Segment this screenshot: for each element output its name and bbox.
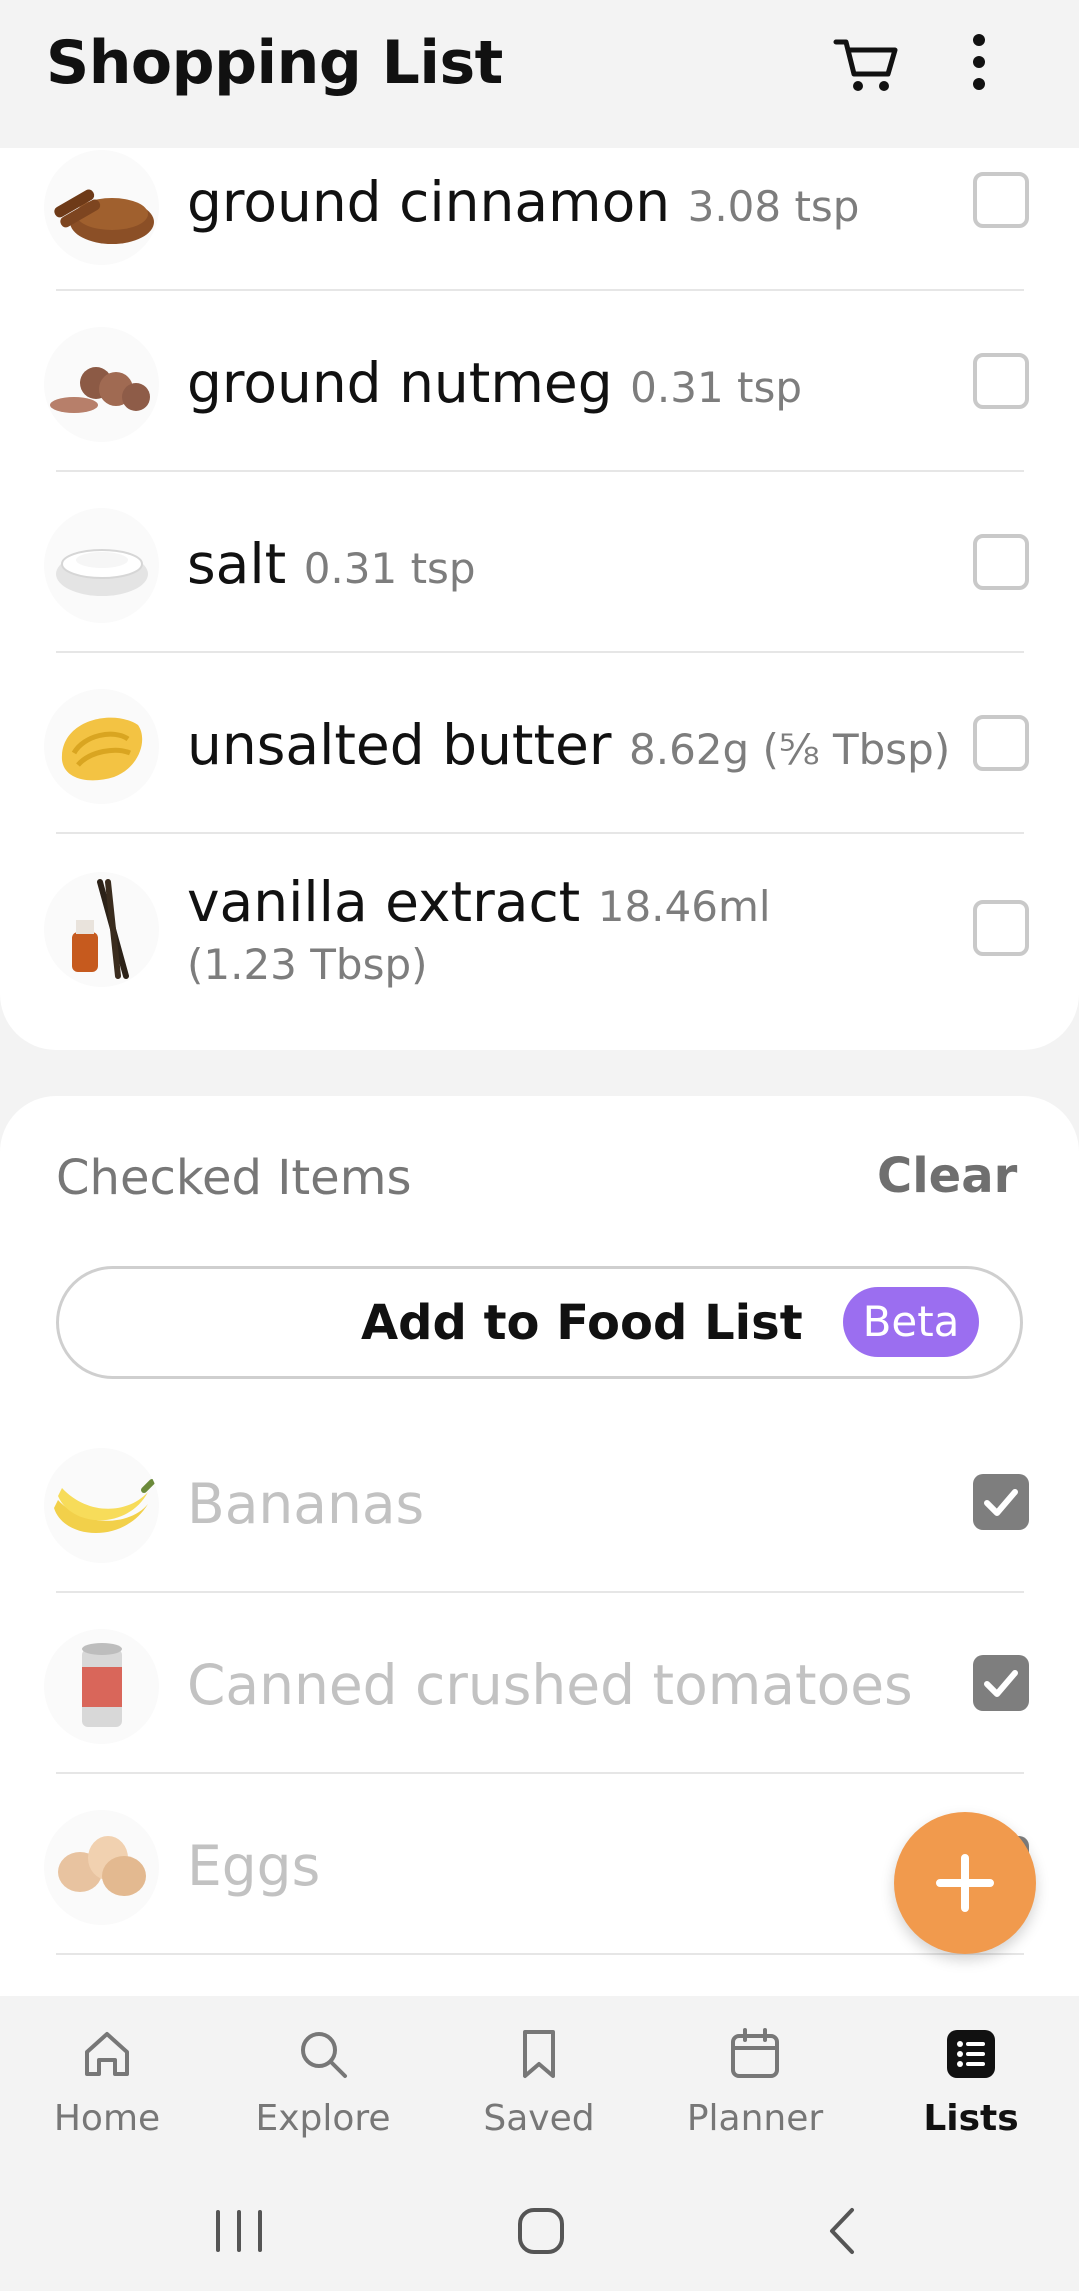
banana-image — [44, 1448, 159, 1563]
home-circle-icon[interactable] — [506, 2200, 576, 2262]
item-quantity: 18.46ml — [597, 882, 771, 931]
cart-icon[interactable] — [832, 34, 902, 94]
item-checkbox[interactable] — [973, 1655, 1029, 1711]
clear-button[interactable]: Clear — [877, 1148, 1017, 1204]
bottom-navigation: Home Explore Saved Planner Lists — [0, 1996, 1079, 2176]
item-checkbox[interactable] — [973, 1474, 1029, 1530]
item-quantity: 3.08 tsp — [687, 182, 860, 231]
system-navigation-bar — [0, 2176, 1079, 2291]
calendar-icon — [731, 2028, 779, 2078]
page-title: Shopping List — [46, 28, 503, 98]
item-checkbox[interactable] — [973, 353, 1029, 409]
home-icon — [85, 2032, 129, 2076]
item-name: unsalted butter — [187, 713, 612, 777]
list-item[interactable]: Bananas — [0, 1412, 1079, 1593]
beta-badge: Beta — [843, 1287, 979, 1357]
list-item[interactable]: salt 0.31 tsp — [0, 472, 1079, 653]
item-name: Bananas — [187, 1472, 425, 1536]
item-quantity-secondary: (1.23 Tbsp) — [187, 940, 428, 989]
vanilla-image — [44, 872, 159, 987]
search-icon — [301, 2032, 347, 2078]
nav-item-planner[interactable]: Planner — [655, 2026, 855, 2156]
app-header: Shopping List — [0, 0, 1079, 148]
plus-icon — [936, 1854, 994, 1912]
salt-image — [44, 508, 159, 623]
list-item[interactable]: Canned crushed tomatoes — [0, 1593, 1079, 1774]
item-name: salt — [187, 532, 287, 596]
list-item[interactable]: vanilla extract 18.46ml (1.23 Tbsp) — [0, 834, 1079, 1015]
nav-item-saved[interactable]: Saved — [439, 2026, 639, 2156]
bookmark-icon — [523, 2030, 555, 2078]
add-to-food-list-button[interactable]: Add to Food List Beta — [56, 1266, 1023, 1379]
nav-label: Lists — [923, 2098, 1019, 2139]
nav-label: Explore — [255, 2098, 391, 2139]
list-item[interactable]: unsalted butter 8.62g (⅝ Tbsp) — [0, 653, 1079, 834]
cinnamon-image — [44, 150, 159, 265]
item-checkbox[interactable] — [973, 534, 1029, 590]
nav-item-home[interactable]: Home — [7, 2026, 207, 2156]
divider — [56, 1953, 1024, 1955]
item-quantity: 0.31 tsp — [303, 544, 476, 593]
back-icon[interactable] — [808, 2200, 878, 2262]
nav-item-lists[interactable]: Lists — [871, 2026, 1071, 2156]
item-checkbox[interactable] — [973, 172, 1029, 228]
item-name: vanilla extract — [187, 870, 581, 934]
item-name: Eggs — [187, 1834, 321, 1898]
item-name: Canned crushed tomatoes — [187, 1653, 913, 1717]
check-icon — [984, 1670, 1018, 1697]
item-quantity: 0.31 tsp — [630, 363, 803, 412]
item-name: ground nutmeg — [187, 351, 613, 415]
eggs-image — [44, 1810, 159, 1925]
butter-image — [44, 689, 159, 804]
list-icon — [947, 2030, 995, 2078]
check-icon — [984, 1489, 1018, 1516]
list-item[interactable]: ground nutmeg 0.31 tsp — [0, 291, 1079, 472]
add-item-fab[interactable] — [894, 1812, 1036, 1954]
item-quantity: 8.62g (⅝ Tbsp) — [629, 725, 951, 774]
nav-label: Saved — [483, 2098, 595, 2139]
recents-icon[interactable] — [204, 2200, 274, 2262]
more-vertical-icon[interactable] — [954, 30, 1004, 94]
nav-item-explore[interactable]: Explore — [223, 2026, 423, 2156]
item-checkbox[interactable] — [973, 900, 1029, 956]
nav-label: Home — [53, 2098, 161, 2139]
can-image — [44, 1629, 159, 1744]
checked-items-title: Checked Items — [56, 1150, 412, 1206]
item-name: ground cinnamon — [187, 170, 671, 234]
item-checkbox[interactable] — [973, 715, 1029, 771]
add-to-food-list-label: Add to Food List — [361, 1295, 803, 1351]
nutmeg-image — [44, 327, 159, 442]
nav-label: Planner — [686, 2098, 824, 2139]
